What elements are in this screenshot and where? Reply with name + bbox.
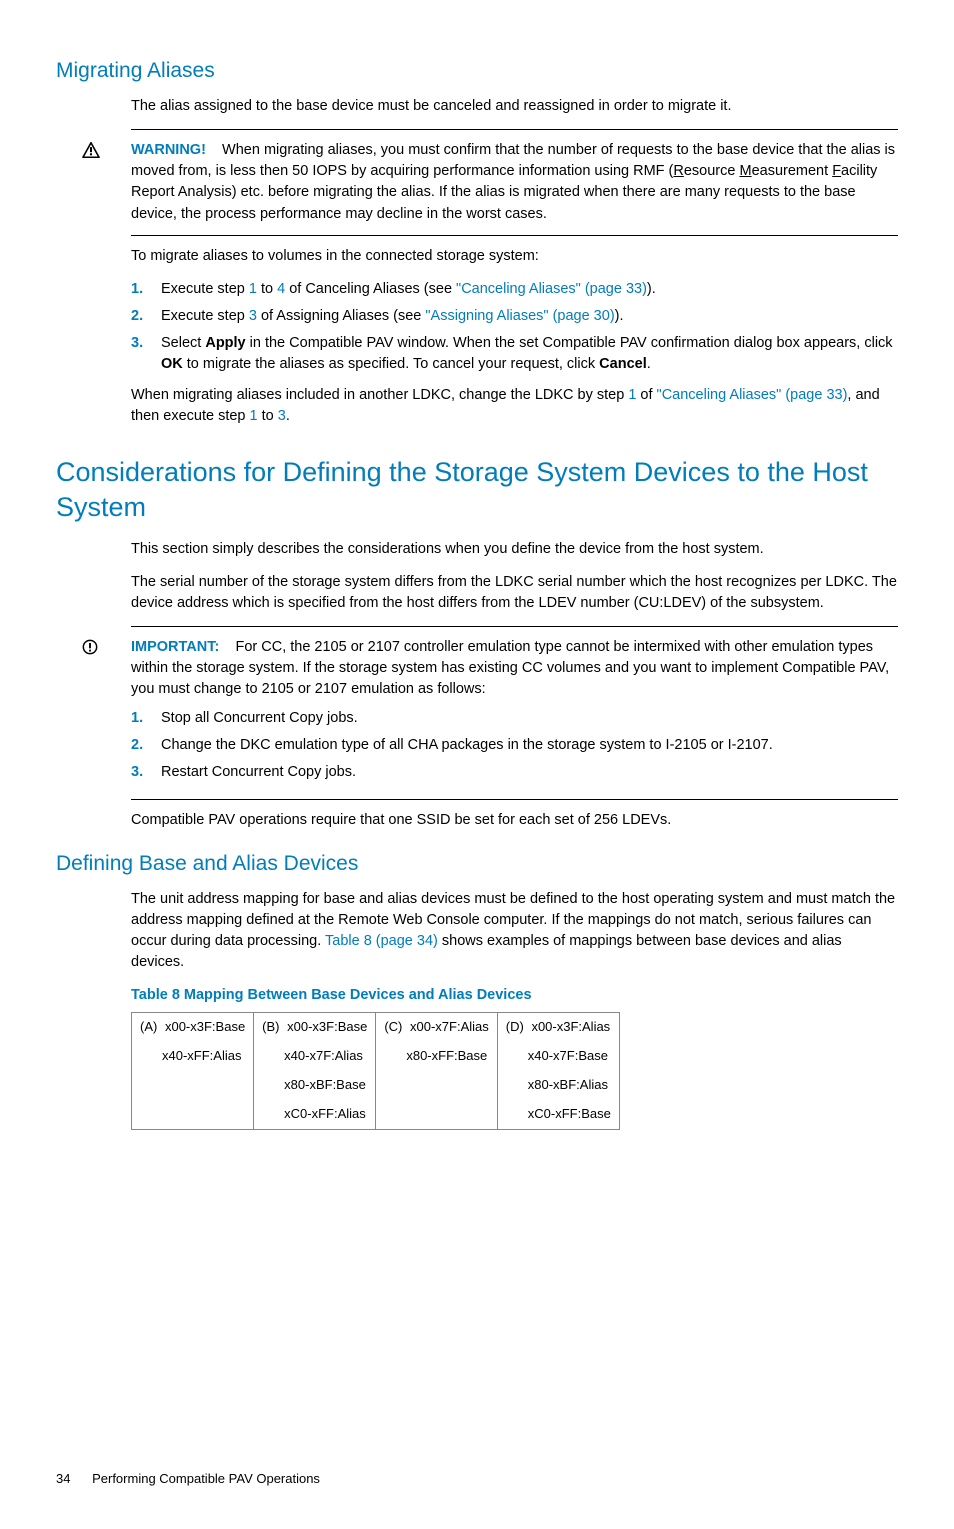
table-cell bbox=[132, 1071, 254, 1100]
link-canceling-aliases[interactable]: "Canceling Aliases" (page 33) bbox=[456, 281, 647, 297]
migrate-tail: When migrating aliases included in anoth… bbox=[131, 385, 898, 427]
table-cell: (A) x00-x3F:Base bbox=[132, 1013, 254, 1042]
step-number: 2. bbox=[131, 306, 161, 327]
table-cell: x40-x7F:Alias bbox=[254, 1042, 376, 1071]
step-text: Stop all Concurrent Copy jobs. bbox=[161, 708, 898, 729]
list-item: 1. Execute step 1 to 4 of Canceling Alia… bbox=[131, 279, 898, 300]
page-number: 34 bbox=[56, 1470, 70, 1489]
table-cell: (C) x00-x7F:Alias bbox=[376, 1013, 497, 1042]
considerations-p1: This section simply describes the consid… bbox=[131, 539, 898, 560]
table-cell: x40-x7F:Base bbox=[497, 1042, 619, 1071]
migrate-steps-list: 1. Execute step 1 to 4 of Canceling Alia… bbox=[131, 279, 898, 375]
table-cell: x80-xFF:Base bbox=[376, 1042, 497, 1071]
list-item: 1. Stop all Concurrent Copy jobs. bbox=[131, 708, 898, 729]
rule bbox=[131, 626, 898, 627]
link-canceling-aliases-2[interactable]: "Canceling Aliases" (page 33) bbox=[657, 387, 848, 403]
step-number: 1. bbox=[131, 279, 161, 300]
table-cell: x80-xBF:Alias bbox=[497, 1071, 619, 1100]
step-number: 1. bbox=[131, 708, 161, 729]
heading-defining: Defining Base and Alias Devices bbox=[56, 849, 898, 879]
table-cell: xC0-xFF:Alias bbox=[254, 1100, 376, 1129]
step-text: Change the DKC emulation type of all CHA… bbox=[161, 735, 898, 756]
defining-para: The unit address mapping for base and al… bbox=[131, 889, 898, 973]
step-number: 3. bbox=[131, 762, 161, 783]
ssid-para: Compatible PAV operations require that o… bbox=[131, 810, 898, 831]
footer-text: Performing Compatible PAV Operations bbox=[92, 1471, 320, 1486]
link-assigning-aliases[interactable]: "Assigning Aliases" (page 30) bbox=[425, 308, 614, 324]
table-row: x80-xBF:Base x80-xBF:Alias bbox=[132, 1071, 620, 1100]
step-text: Select Apply in the Compatible PAV windo… bbox=[161, 333, 898, 375]
table-cell: xC0-xFF:Base bbox=[497, 1100, 619, 1129]
step-text: Restart Concurrent Copy jobs. bbox=[161, 762, 898, 783]
step-number: 2. bbox=[131, 735, 161, 756]
important-steps-list: 1. Stop all Concurrent Copy jobs. 2. Cha… bbox=[131, 708, 898, 783]
table-row: x40-xFF:Alias x40-x7F:Alias x80-xFF:Base… bbox=[132, 1042, 620, 1071]
warning-icon bbox=[82, 142, 100, 158]
table-cell bbox=[132, 1100, 254, 1129]
table-cell: (B) x00-x3F:Base bbox=[254, 1013, 376, 1042]
rule bbox=[131, 799, 898, 800]
table-cell: (D) x00-x3F:Alias bbox=[497, 1013, 619, 1042]
table-cell bbox=[376, 1071, 497, 1100]
list-item: 2. Change the DKC emulation type of all … bbox=[131, 735, 898, 756]
table-cell: x40-xFF:Alias bbox=[132, 1042, 254, 1071]
table-cell bbox=[376, 1100, 497, 1129]
list-item: 3. Select Apply in the Compatible PAV wi… bbox=[131, 333, 898, 375]
list-item: 2. Execute step 3 of Assigning Aliases (… bbox=[131, 306, 898, 327]
important-icon bbox=[82, 639, 98, 655]
link-table-8[interactable]: Table 8 (page 34) bbox=[325, 933, 438, 949]
table-title: Table 8 Mapping Between Base Devices and… bbox=[131, 985, 898, 1006]
step-text: Execute step 3 of Assigning Aliases (see… bbox=[161, 306, 898, 327]
considerations-p2: The serial number of the storage system … bbox=[131, 572, 898, 614]
warning-text: WARNING! When migrating aliases, you mus… bbox=[131, 140, 898, 224]
page-footer: 34 Performing Compatible PAV Operations bbox=[56, 1470, 898, 1489]
step-text: Execute step 1 to 4 of Canceling Aliases… bbox=[161, 279, 898, 300]
important-label: IMPORTANT: bbox=[131, 639, 219, 655]
warning-callout: WARNING! When migrating aliases, you mus… bbox=[82, 140, 898, 224]
warning-label: WARNING! bbox=[131, 142, 206, 158]
list-item: 3. Restart Concurrent Copy jobs. bbox=[131, 762, 898, 783]
table-row: xC0-xFF:Alias xC0-xFF:Base bbox=[132, 1100, 620, 1129]
mapping-table: (A) x00-x3F:Base (B) x00-x3F:Base (C) x0… bbox=[131, 1012, 620, 1129]
table-row: (A) x00-x3F:Base (B) x00-x3F:Base (C) x0… bbox=[132, 1013, 620, 1042]
important-text: IMPORTANT: For CC, the 2105 or 2107 cont… bbox=[131, 637, 898, 700]
rule bbox=[131, 235, 898, 236]
table-cell: x80-xBF:Base bbox=[254, 1071, 376, 1100]
migrate-steps-intro: To migrate aliases to volumes in the con… bbox=[131, 246, 898, 267]
rule bbox=[131, 129, 898, 130]
heading-considerations: Considerations for Defining the Storage … bbox=[56, 455, 898, 525]
para-migrating-intro: The alias assigned to the base device mu… bbox=[131, 96, 898, 117]
step-number: 3. bbox=[131, 333, 161, 354]
important-callout: IMPORTANT: For CC, the 2105 or 2107 cont… bbox=[82, 637, 898, 789]
heading-migrating-aliases: Migrating Aliases bbox=[56, 56, 898, 86]
